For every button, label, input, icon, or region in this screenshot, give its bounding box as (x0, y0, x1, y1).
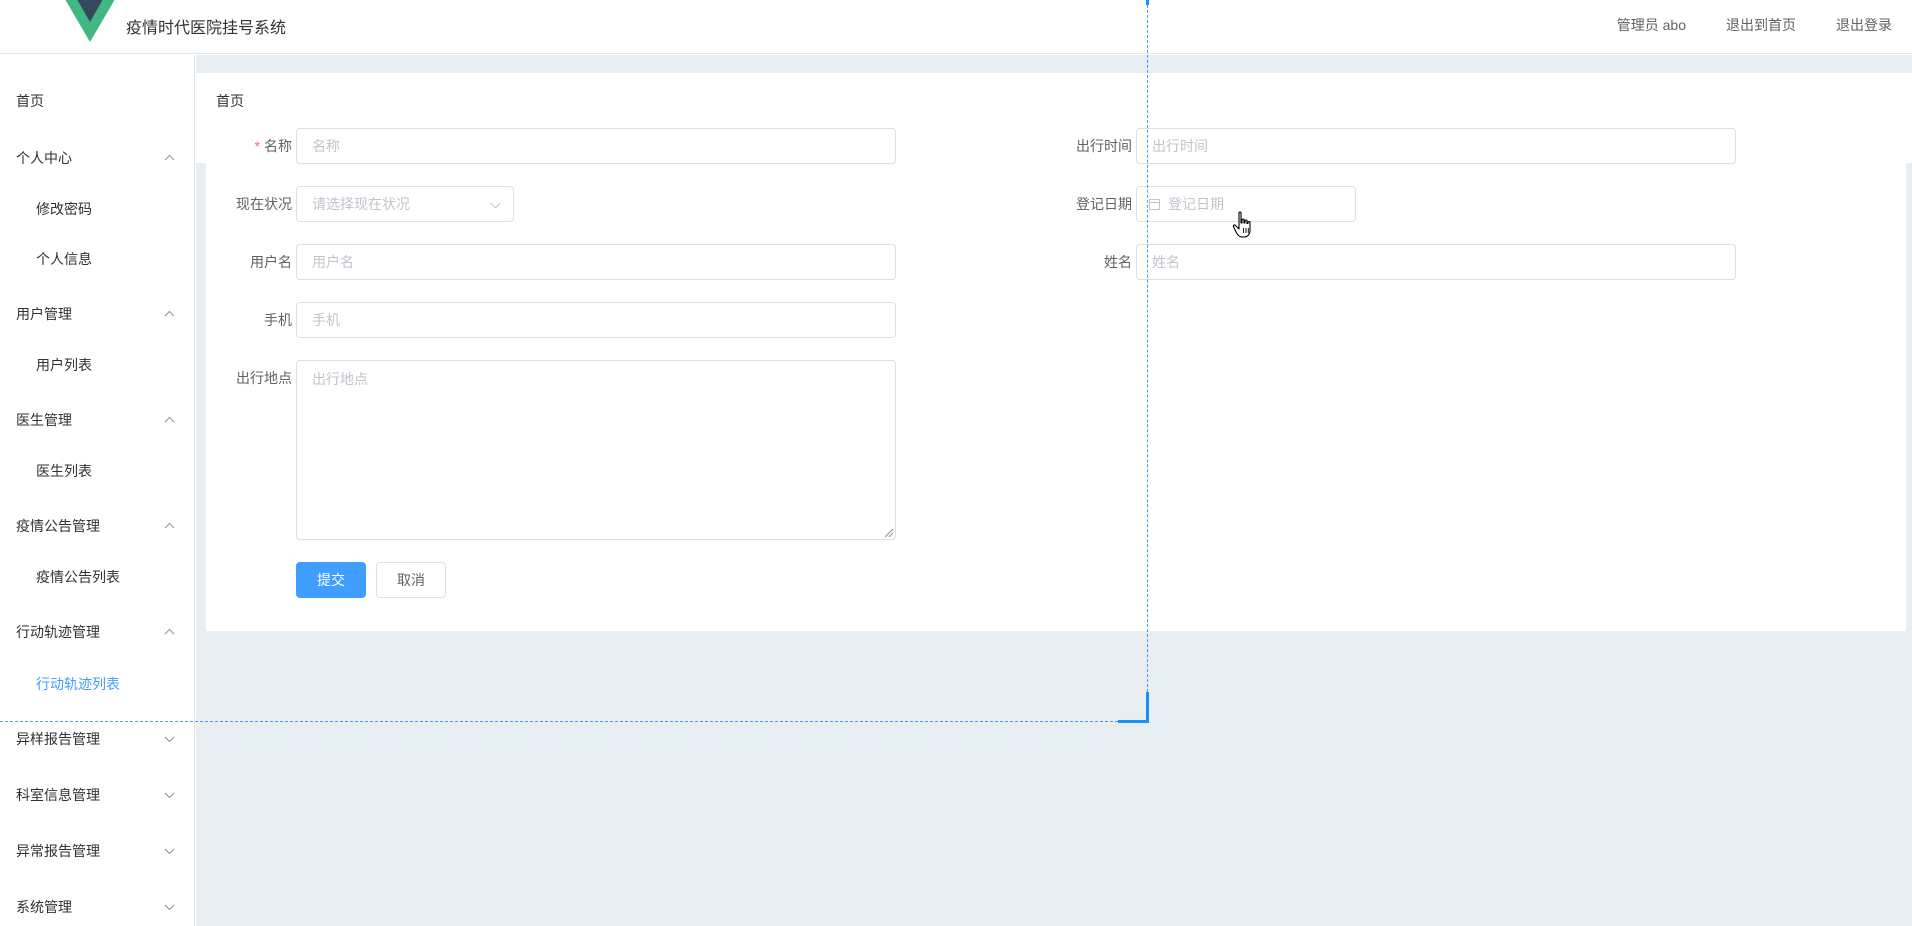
status-placeholder: 请选择现在状况 (312, 196, 410, 212)
name-placeholder: 名称 (312, 138, 340, 154)
exit-to-home-link[interactable]: 退出到首页 (1726, 15, 1796, 35)
resize-handle-icon[interactable] (885, 529, 893, 537)
location-label: 出行地点 (236, 370, 292, 386)
selection-corner-handle[interactable] (1118, 692, 1149, 723)
sidebar-group-system-management[interactable]: 系统管理 (0, 883, 195, 926)
chevron-up-icon (164, 310, 175, 321)
chevron-up-icon (164, 416, 175, 427)
sidebar-item-epidemic-notice-list[interactable]: 疫情公告列表 (0, 553, 195, 601)
travel-time-placeholder: 出行时间 (1152, 138, 1208, 154)
sidebar-group-personal-center[interactable]: 个人中心 (0, 134, 195, 182)
sidebar-group-trajectory-management[interactable]: 行动轨迹管理 (0, 608, 195, 656)
sidebar-group-label: 个人中心 (16, 150, 72, 166)
register-date-placeholder: 登记日期 (1168, 196, 1224, 212)
trajectory-form-card: * 名称 名称 现在状况 请选择现在状况 用户名 用户名 手机 手机 出行地点 出… (206, 119, 1906, 631)
phone-placeholder: 手机 (312, 312, 340, 328)
travel-time-label: 出行时间 (1076, 138, 1132, 154)
breadcrumb[interactable]: 首页 (216, 91, 244, 111)
sidebar-group-user-management[interactable]: 用户管理 (0, 290, 195, 338)
admin-user-link[interactable]: 管理员 abo (1617, 15, 1686, 35)
username-input[interactable]: 用户名 (296, 244, 896, 280)
header-links: 管理员 abo 退出到首页 退出登录 (1617, 15, 1892, 35)
sidebar-item-label: 首页 (16, 93, 44, 109)
chevron-down-icon (164, 732, 175, 743)
sidebar-group-abnormal-sample-report[interactable]: 异样报告管理 (0, 715, 195, 763)
phone-input[interactable]: 手机 (296, 302, 896, 338)
register-date-label: 登记日期 (1076, 196, 1132, 212)
username-label: 用户名 (250, 254, 292, 270)
sidebar-group-department-info[interactable]: 科室信息管理 (0, 771, 195, 819)
chevron-down-icon (490, 198, 501, 209)
chevron-down-icon (164, 844, 175, 855)
sidebar-menu: 首页 个人中心 修改密码 个人信息 用户管理 用户列表 医生管理 医生列表 疫情… (0, 55, 195, 926)
sidebar-group-label: 疫情公告管理 (16, 518, 100, 534)
sidebar-group-epidemic-notice[interactable]: 疫情公告管理 (0, 502, 195, 550)
sidebar-group-label: 行动轨迹管理 (16, 624, 100, 640)
sidebar-group-label: 异常报告管理 (16, 843, 100, 859)
sidebar-group-label: 科室信息管理 (16, 787, 100, 803)
real-name-label: 姓名 (1104, 254, 1132, 270)
status-label: 现在状况 (236, 196, 292, 212)
name-label-text: 名称 (264, 138, 292, 154)
location-placeholder: 出行地点 (312, 371, 368, 387)
hand-pointer-cursor-icon (1232, 211, 1251, 238)
name-label: * 名称 (212, 128, 292, 164)
sidebar-group-doctor-management[interactable]: 医生管理 (0, 396, 195, 444)
location-textarea[interactable]: 出行地点 (296, 360, 896, 540)
sidebar-item-doctor-list[interactable]: 医生列表 (0, 447, 195, 495)
username-placeholder: 用户名 (312, 254, 354, 270)
real-name-placeholder: 姓名 (1152, 254, 1180, 270)
chevron-up-icon (164, 154, 175, 165)
sidebar-item-label: 医生列表 (36, 463, 92, 479)
real-name-input[interactable]: 姓名 (1136, 244, 1736, 280)
logout-link[interactable]: 退出登录 (1836, 15, 1892, 35)
sidebar-group-abnormal-report[interactable]: 异常报告管理 (0, 827, 195, 875)
app-title: 疫情时代医院挂号系统 (126, 20, 287, 37)
sidebar-item-label: 修改密码 (36, 201, 92, 217)
sidebar-item-change-password[interactable]: 修改密码 (0, 185, 195, 233)
sidebar-group-label: 异样报告管理 (16, 731, 100, 747)
sidebar-item-personal-info[interactable]: 个人信息 (0, 235, 195, 283)
sidebar-item-trajectory-list[interactable]: 行动轨迹列表 (0, 660, 195, 708)
sidebar-item-label: 行动轨迹列表 (36, 676, 120, 692)
sidebar-group-label: 医生管理 (16, 412, 72, 428)
top-header: 疫情时代医院挂号系统 管理员 abo 退出到首页 退出登录 (0, 0, 1912, 54)
chevron-down-icon (164, 900, 175, 911)
phone-label: 手机 (264, 312, 292, 328)
calendar-icon (1149, 198, 1160, 210)
name-input[interactable]: 名称 (296, 128, 896, 164)
vue-logo-icon (65, 0, 115, 42)
sidebar-group-label: 系统管理 (16, 899, 72, 915)
sidebar-group-label: 用户管理 (16, 306, 72, 322)
sidebar-item-home[interactable]: 首页 (0, 77, 195, 125)
cancel-button[interactable]: 取消 (376, 562, 446, 598)
travel-time-input[interactable]: 出行时间 (1136, 128, 1736, 164)
sidebar-item-label: 个人信息 (36, 251, 92, 267)
chevron-down-icon (164, 788, 175, 799)
submit-button[interactable]: 提交 (296, 562, 366, 598)
sidebar-item-user-list[interactable]: 用户列表 (0, 341, 195, 389)
selection-guide-vertical (1147, 0, 1148, 722)
selection-guide-top-marker (1146, 0, 1149, 5)
sidebar-item-label: 疫情公告列表 (36, 569, 120, 585)
sidebar-item-label: 用户列表 (36, 357, 92, 373)
main-content: 首页 * 名称 名称 现在状况 请选择现在状况 用户名 用户名 手机 手机 出行地… (196, 55, 1912, 926)
chevron-up-icon (164, 628, 175, 639)
selection-guide-horizontal (0, 721, 1148, 722)
status-select[interactable]: 请选择现在状况 (296, 186, 514, 222)
required-mark: * (254, 138, 260, 154)
chevron-up-icon (164, 522, 175, 533)
